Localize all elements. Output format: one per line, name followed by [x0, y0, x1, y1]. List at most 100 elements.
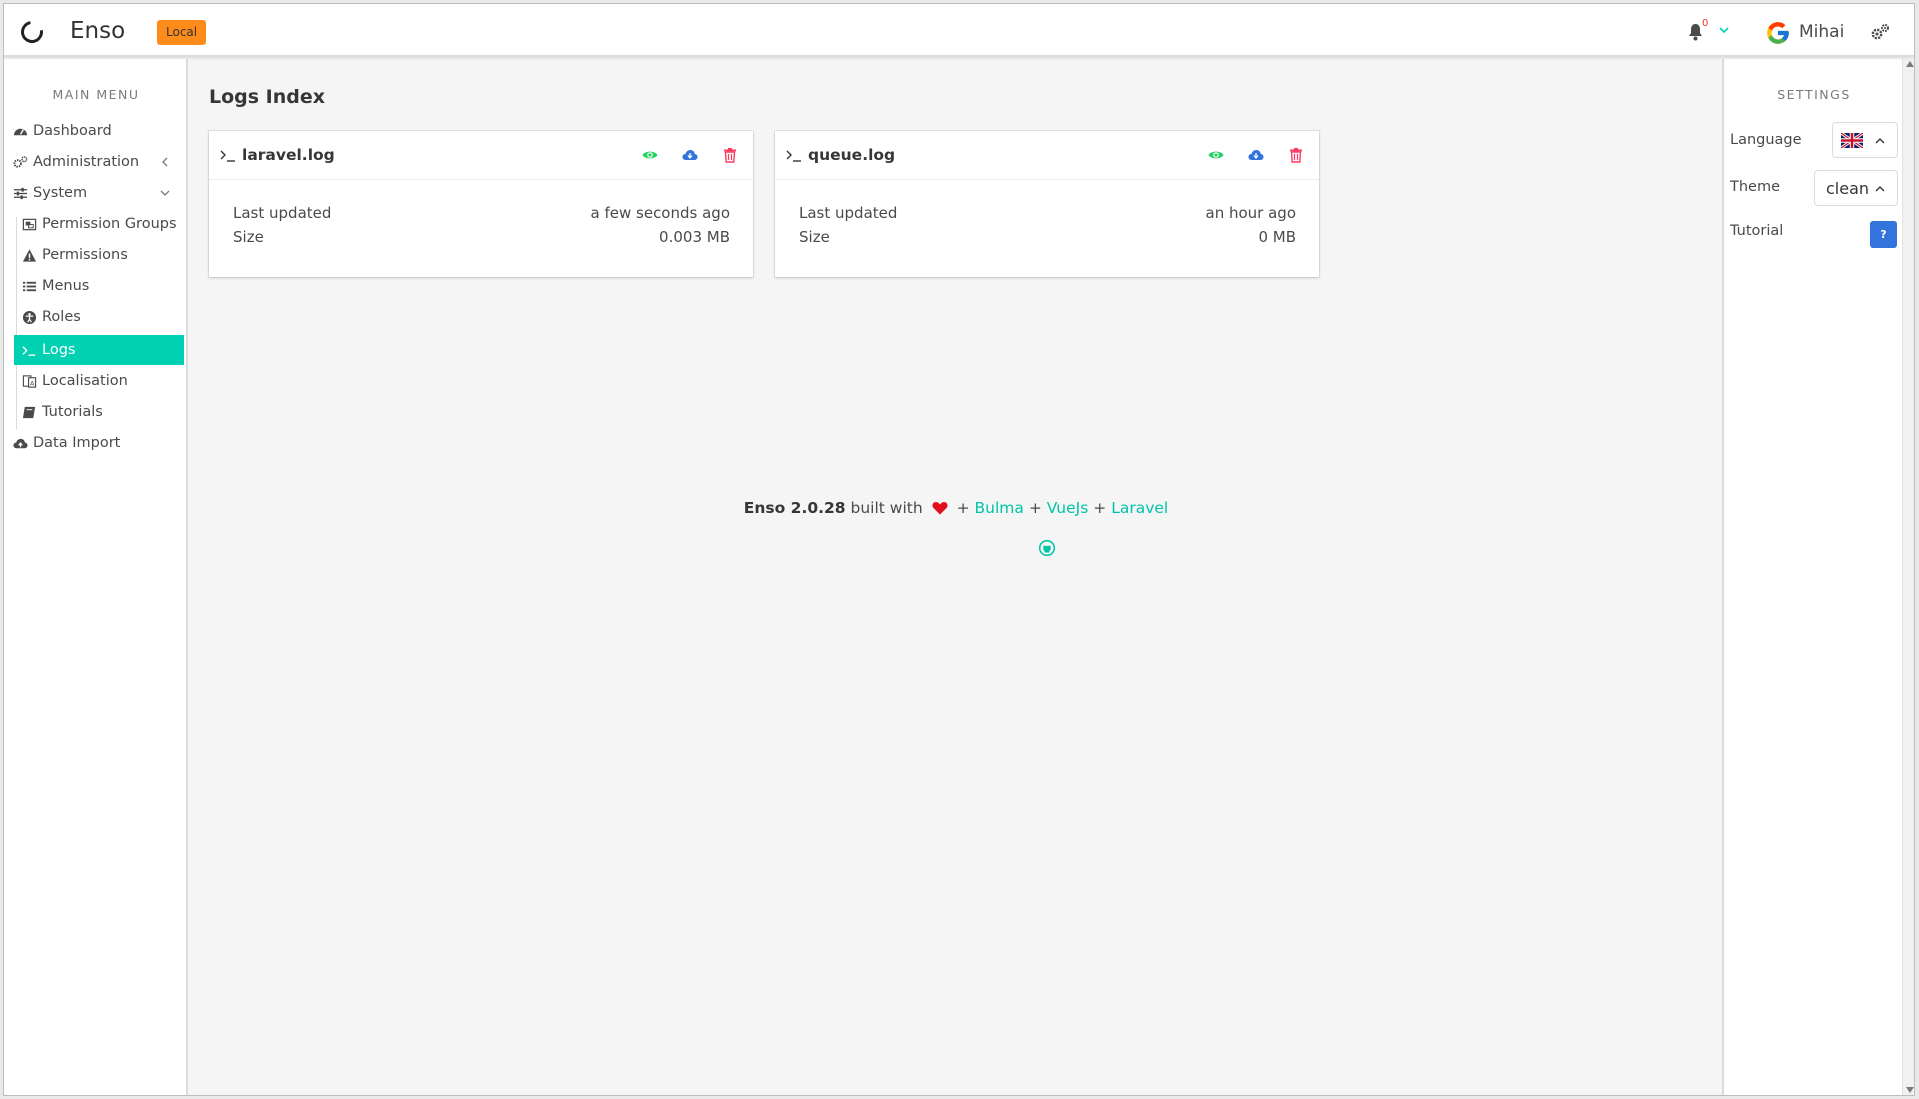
sidebar-item-label: Logs — [42, 342, 76, 358]
sidebar-item-dashboard[interactable]: Dashboard — [13, 116, 180, 146]
exclamation-triangle-icon — [22, 248, 37, 262]
github-icon[interactable] — [1039, 540, 1055, 556]
last-updated-label: Last updated — [799, 204, 898, 222]
main-content: Logs Index laravel.log Last updated a fe… — [190, 59, 1722, 1095]
card-body: Last updated a few seconds ago Size 0.00… — [209, 180, 753, 276]
tutorial-button[interactable]: ? — [1870, 221, 1897, 248]
settings-title: Settings — [1777, 87, 1851, 102]
bulma-link[interactable]: Bulma — [975, 499, 1024, 517]
size-label: Size — [233, 228, 264, 246]
sidebar-item-menus[interactable]: Menus — [22, 271, 184, 301]
log-file-name: queue.log — [808, 146, 896, 164]
theme-value: clean — [1826, 178, 1870, 198]
sidebar-item-label: Localisation — [42, 373, 128, 389]
settings-cogs-icon[interactable] — [1870, 23, 1890, 41]
sidebar-item-label: Permissions — [42, 247, 128, 263]
language-icon: A — [22, 374, 37, 388]
size-value: 0.003 MB — [659, 228, 730, 246]
scroll-up-arrow-icon[interactable] — [1906, 61, 1914, 67]
object-group-icon — [22, 218, 37, 230]
plus-separator: + — [956, 499, 970, 517]
log-card: queue.log Last updated an hour ago Size … — [775, 131, 1319, 277]
sidebar-item-administration[interactable]: Administration — [13, 147, 180, 177]
delete-trash-icon[interactable] — [1288, 147, 1304, 163]
submenu-divider — [16, 217, 17, 430]
chevron-up-icon — [1875, 186, 1885, 192]
sidebar-item-system[interactable]: System — [13, 178, 180, 208]
sliders-icon — [13, 187, 28, 199]
sidebar-item-logs[interactable]: Logs — [14, 335, 184, 365]
settings-sidebar: Settings Language Theme clean Tutorial ? — [1722, 59, 1902, 1095]
laravel-link[interactable]: Laravel — [1111, 499, 1168, 517]
chevron-left-icon — [162, 157, 168, 167]
card-body: Last updated an hour ago Size 0 MB — [775, 180, 1319, 276]
log-file-name: laravel.log — [242, 146, 335, 164]
download-cloud-icon[interactable] — [1248, 147, 1264, 163]
language-label: Language — [1730, 132, 1802, 148]
last-updated-value: an hour ago — [1205, 204, 1296, 222]
chevron-up-icon — [1875, 138, 1885, 144]
built-with-text: built with — [850, 499, 923, 517]
sidebar-item-label: Menus — [42, 278, 90, 294]
user-name[interactable]: Mihai — [1799, 22, 1844, 42]
sidebar-item-label: Tutorials — [42, 404, 103, 420]
theme-select[interactable]: clean — [1814, 170, 1898, 206]
plus-separator: + — [1028, 499, 1042, 517]
list-icon — [22, 281, 37, 291]
tutorial-label: Tutorial — [1730, 223, 1784, 239]
sidebar-item-label: Permission Groups — [42, 216, 177, 232]
sidebar-item-permission-groups[interactable]: Permission Groups — [22, 209, 184, 239]
scroll-down-arrow-icon[interactable] — [1906, 1087, 1914, 1093]
view-eye-icon[interactable] — [1208, 147, 1224, 163]
terminal-icon — [786, 150, 801, 162]
cloud-upload-icon — [13, 438, 28, 448]
svg-text:A: A — [30, 379, 35, 387]
chevron-down-icon[interactable] — [1718, 24, 1730, 36]
page-title: Logs Index — [209, 86, 326, 108]
sidebar-item-data-import[interactable]: Data Import — [13, 428, 180, 458]
main-menu-sidebar: Main Menu Dashboard Administration Syste… — [4, 59, 188, 1095]
card-header: laravel.log — [209, 131, 753, 180]
sidebar-item-label: Roles — [42, 309, 81, 325]
vuejs-link[interactable]: VueJs — [1047, 499, 1089, 517]
delete-trash-icon[interactable] — [722, 147, 738, 163]
sidebar-item-label: Administration — [33, 154, 140, 170]
last-updated-label: Last updated — [233, 204, 332, 222]
product-version: Enso 2.0.28 — [743, 499, 846, 517]
universal-access-icon — [22, 310, 37, 324]
footer-credits: Enso 2.0.28 built with + Bulma + VueJs +… — [190, 499, 1722, 517]
theme-label: Theme — [1730, 179, 1781, 195]
view-eye-icon[interactable] — [642, 147, 658, 163]
browser-window: Enso Local 0 Mihai Main Menu Dashbo — [3, 3, 1915, 1096]
tachometer-icon — [13, 128, 28, 135]
log-card: laravel.log Last updated a few seconds a… — [209, 131, 753, 277]
size-label: Size — [799, 228, 830, 246]
sidebar-item-label: Data Import — [33, 435, 121, 451]
card-header: queue.log — [775, 131, 1319, 180]
download-cloud-icon[interactable] — [682, 147, 698, 163]
terminal-icon — [220, 150, 235, 162]
environment-badge: Local — [157, 20, 207, 45]
size-value: 0 MB — [1258, 228, 1296, 246]
heart-icon — [932, 502, 948, 515]
users-cog-icon — [13, 155, 28, 168]
last-updated-value: a few seconds ago — [590, 204, 730, 222]
main-menu-title: Main Menu — [52, 87, 140, 102]
sidebar-item-roles[interactable]: Roles — [22, 302, 184, 332]
brand-name[interactable]: Enso — [70, 18, 125, 44]
top-navbar: Enso Local 0 Mihai — [4, 4, 1914, 57]
sidebar-item-label: System — [33, 185, 88, 201]
chevron-down-icon — [160, 190, 170, 196]
google-avatar-icon[interactable] — [1765, 20, 1791, 46]
book-icon — [22, 406, 36, 418]
vertical-scrollbar[interactable] — [1902, 59, 1914, 1095]
enso-logo-icon[interactable] — [16, 16, 48, 48]
language-select[interactable] — [1832, 122, 1898, 158]
terminal-icon — [22, 345, 36, 356]
sidebar-item-localisation[interactable]: A Localisation — [22, 366, 184, 396]
sidebar-item-permissions[interactable]: Permissions — [22, 240, 184, 270]
notification-count: 0 — [1702, 18, 1709, 29]
uk-flag-icon — [1841, 132, 1863, 148]
sidebar-item-tutorials[interactable]: Tutorials — [22, 397, 184, 427]
plus-separator: + — [1093, 499, 1107, 517]
